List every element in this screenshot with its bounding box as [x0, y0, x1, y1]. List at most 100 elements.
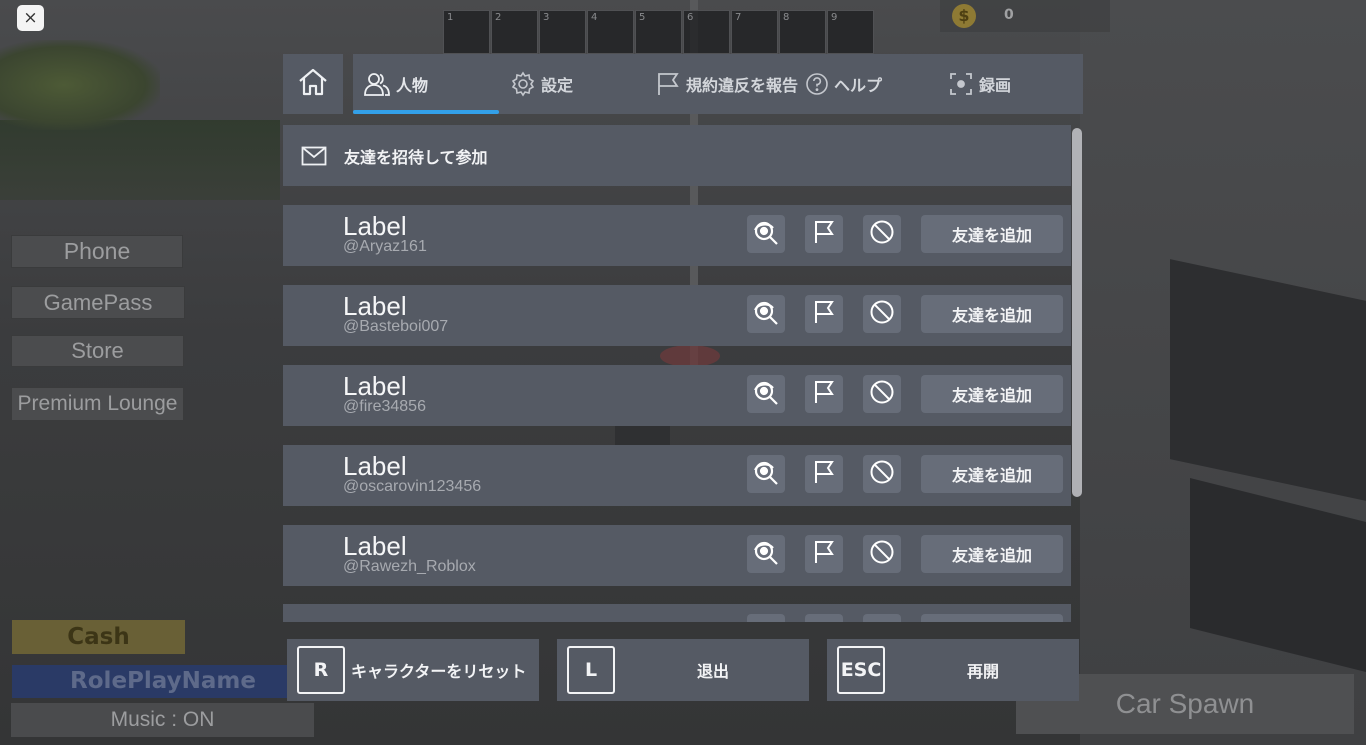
player-username: @Aryaz161 [343, 238, 427, 255]
block-icon [869, 299, 895, 329]
inspect-icon [752, 538, 780, 570]
reset-character-button[interactable]: R キャラクターをリセット [287, 639, 539, 701]
block-player-button[interactable] [863, 375, 901, 413]
report-player-button[interactable] [805, 455, 843, 493]
player-row: Label @oscarovin123456 友達を追加 [283, 445, 1071, 506]
player-display-name: Label [343, 291, 407, 321]
block-icon [869, 379, 895, 409]
player-username: @Basteboi007 [343, 318, 449, 335]
add-friend-button[interactable]: 友達を追加 [921, 535, 1063, 573]
tab-settings[interactable]: 設定 [510, 54, 573, 114]
tab-people[interactable]: 人物 [363, 54, 428, 114]
mail-icon [301, 146, 327, 166]
cash-button[interactable]: Cash [12, 620, 185, 654]
player-row: Label @Basteboi007 友達を追加 [283, 285, 1071, 346]
key-hint: R [297, 646, 345, 694]
block-player-button[interactable] [863, 215, 901, 253]
tab-record[interactable]: 録画 [948, 54, 1011, 114]
tab-help[interactable]: ヘルプ [805, 54, 882, 114]
player-display-name: Label [343, 371, 407, 401]
tab-label: 人物 [396, 76, 429, 95]
block-player-button[interactable] [863, 455, 901, 493]
player-display-name: Label [343, 531, 407, 561]
coin-icon: $ [952, 4, 976, 28]
report-player-button[interactable] [805, 375, 843, 413]
player-row: Label @Aryaz161 友達を追加 [283, 205, 1071, 266]
active-tab-indicator [353, 110, 499, 114]
store-button[interactable]: Store [11, 335, 184, 367]
flag-icon [812, 379, 836, 409]
menu-tab-bar: 人物 設定 規約違反を報告 ヘルプ 録画 [353, 54, 1083, 114]
button-label: 再開 [966, 662, 999, 681]
hotbar-slot[interactable]: 8 [779, 10, 826, 54]
premium-lounge-button[interactable]: Premium Lounge [11, 387, 184, 421]
tab-report[interactable]: 規約違反を報告 [655, 54, 798, 114]
inspect-icon [752, 458, 780, 490]
add-friend-button[interactable]: 友達を追加 [921, 455, 1063, 493]
scene-tree [0, 40, 160, 130]
help-icon [805, 72, 829, 96]
home-tab[interactable] [283, 54, 343, 114]
leave-game-button[interactable]: L 退出 [557, 639, 809, 701]
inspect-player-button[interactable] [747, 375, 785, 413]
player-username: @fire34856 [343, 398, 426, 415]
hotbar-slot[interactable]: 9 [827, 10, 874, 54]
flag-icon [655, 71, 681, 97]
hotbar-slot[interactable]: 7 [731, 10, 778, 54]
invite-label: 友達を招待して参加 [344, 147, 488, 167]
roleplay-name-button[interactable]: RolePlayName [12, 665, 314, 698]
player-row-partial [283, 604, 1071, 622]
add-friend-button[interactable]: 友達を追加 [921, 215, 1063, 253]
hotbar-slot[interactable]: 2 [491, 10, 538, 54]
report-player-button[interactable] [805, 535, 843, 573]
key-hint: L [567, 646, 615, 694]
home-icon [297, 66, 329, 102]
music-toggle-button[interactable]: Music : ON [11, 703, 314, 737]
hotbar-slot[interactable]: 1 [443, 10, 490, 54]
flag-icon [812, 539, 836, 569]
block-player-button[interactable] [863, 535, 901, 573]
hotbar-slot[interactable]: 5 [635, 10, 682, 54]
player-row: Label @Rawezh_Roblox 友達を追加 [283, 525, 1071, 586]
player-username: @Rawezh_Roblox [343, 558, 476, 575]
block-icon [869, 219, 895, 249]
block-player-button[interactable] [863, 295, 901, 333]
resume-button[interactable]: ESC 再開 [827, 639, 1079, 701]
add-friend-button[interactable]: 友達を追加 [921, 295, 1063, 333]
button-label: キャラクターをリセット [351, 662, 527, 681]
gear-icon [510, 71, 536, 97]
scene-grass [0, 120, 280, 200]
hotbar: 1 2 3 4 5 6 7 8 9 [443, 10, 875, 54]
block-icon [869, 459, 895, 489]
player-list-scrollbar[interactable] [1072, 128, 1082, 497]
report-player-button[interactable] [805, 215, 843, 253]
hotbar-slot[interactable]: 6 [683, 10, 730, 54]
inspect-icon [752, 298, 780, 330]
hotbar-slot[interactable]: 3 [539, 10, 586, 54]
flag-icon [812, 299, 836, 329]
people-icon [363, 71, 391, 97]
inspect-player-button[interactable] [747, 295, 785, 333]
record-icon [948, 71, 974, 97]
report-player-button[interactable] [805, 295, 843, 333]
tab-label: 録画 [979, 76, 1012, 95]
inspect-icon [752, 378, 780, 410]
player-row: Label @fire34856 友達を追加 [283, 365, 1071, 426]
add-friend-button[interactable]: 友達を追加 [921, 375, 1063, 413]
gamepass-button[interactable]: GamePass [11, 286, 185, 319]
phone-button[interactable]: Phone [11, 235, 183, 268]
flag-icon [812, 459, 836, 489]
close-button[interactable]: × [17, 5, 44, 31]
currency-value: 0 [1004, 7, 1014, 23]
block-icon [869, 539, 895, 569]
inspect-player-button[interactable] [747, 535, 785, 573]
flag-icon [812, 219, 836, 249]
hotbar-slot[interactable]: 4 [587, 10, 634, 54]
scene-character-hat [660, 345, 720, 367]
invite-friends-button[interactable]: 友達を招待して参加 [283, 125, 1071, 186]
tab-label: ヘルプ [834, 76, 883, 95]
player-display-name: Label [343, 451, 407, 481]
inspect-player-button[interactable] [747, 455, 785, 493]
inspect-player-button[interactable] [747, 215, 785, 253]
inspect-icon [752, 218, 780, 250]
